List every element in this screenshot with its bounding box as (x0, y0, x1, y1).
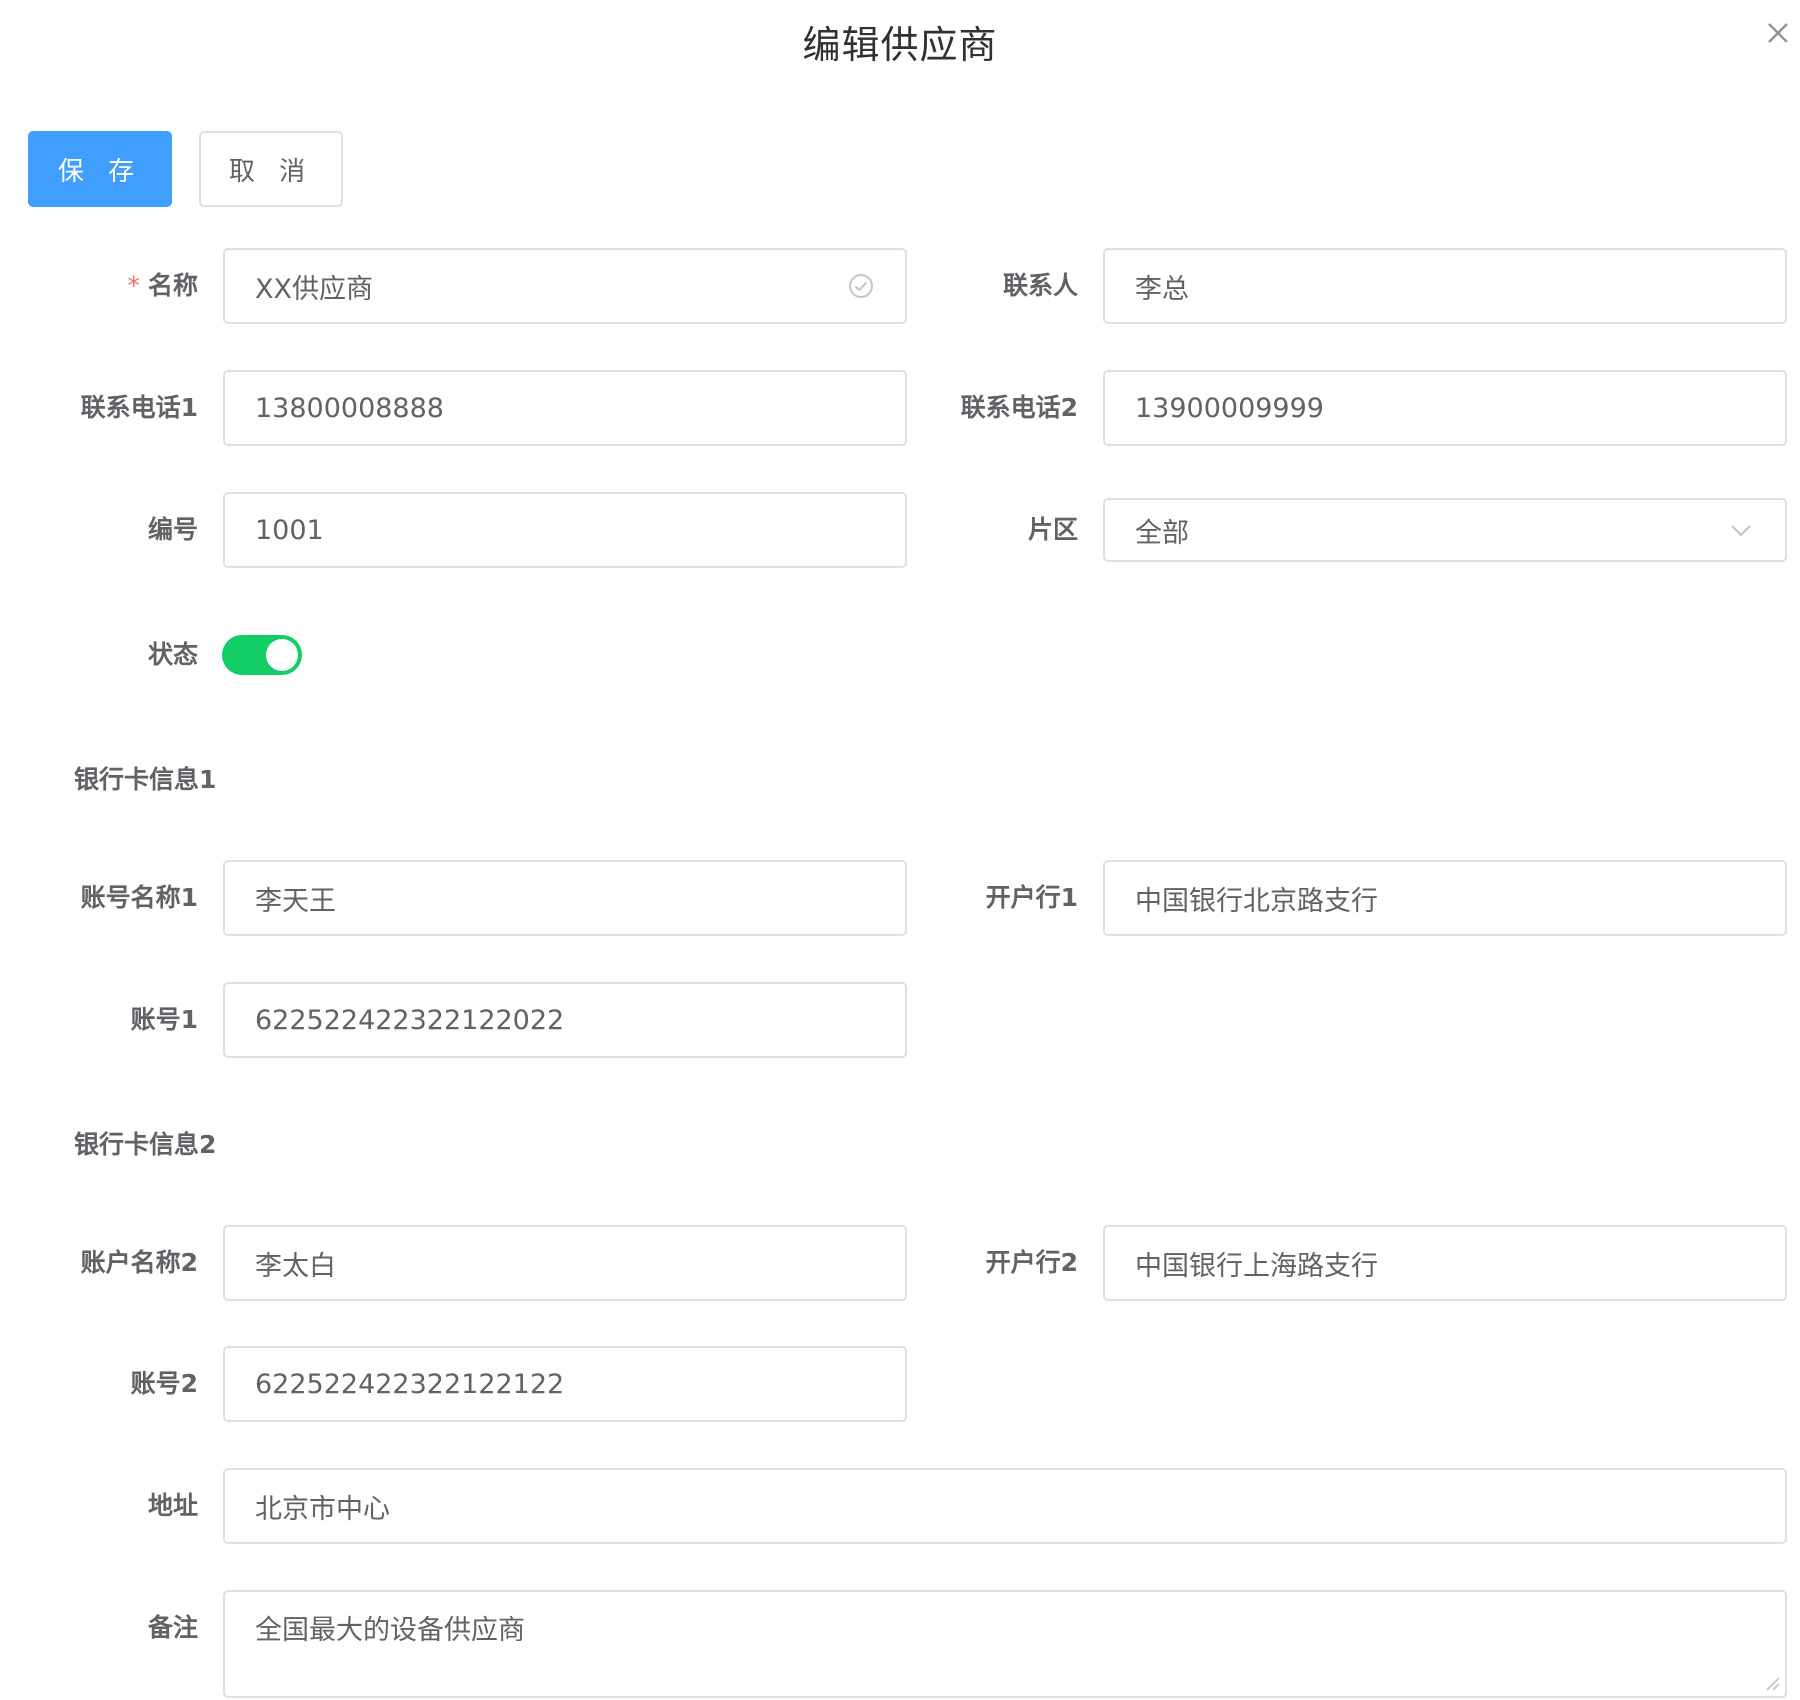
bank1-bank-label: 开户行1 (985, 883, 1078, 912)
bank2-account-no-input[interactable]: 622522422322122122 (223, 1346, 907, 1422)
phone2-input[interactable]: 13900009999 (1103, 370, 1787, 446)
name-input[interactable]: XX供应商 (223, 248, 907, 324)
bank2-section-title: 银行卡信息2 (74, 1130, 217, 1159)
dialog-title: 编辑供应商 (802, 23, 998, 67)
contact-input-value: 李总 (1135, 273, 1189, 305)
address-input-value: 北京市中心 (255, 1493, 390, 1525)
bank1-account-name-value: 李天王 (255, 885, 336, 917)
close-icon[interactable] (1763, 18, 1793, 48)
bank2-bank-label: 开户行2 (985, 1248, 1078, 1277)
name-label: * 名称 (40, 248, 198, 324)
bank1-bank-input[interactable]: 中国银行北京路支行 (1103, 860, 1787, 936)
code-input[interactable]: 1001 (223, 492, 907, 568)
name-input-value: XX供应商 (255, 273, 373, 305)
remark-label: 备注 (147, 1613, 198, 1642)
bank1-account-no-label: 账号1 (130, 1005, 198, 1034)
phone2-input-value: 13900009999 (1135, 392, 1324, 424)
bank2-account-no-label: 账号2 (130, 1369, 198, 1398)
phone2-label: 联系电话2 (960, 393, 1078, 422)
cancel-button[interactable]: 取 消 (199, 131, 343, 207)
code-label: 编号 (147, 515, 198, 544)
bank1-account-name-label: 账号名称1 (80, 883, 198, 912)
bank1-section-title: 银行卡信息1 (74, 765, 217, 794)
resize-handle-icon[interactable] (1763, 1674, 1781, 1692)
bank2-account-no-value: 622522422322122122 (255, 1368, 565, 1400)
phone1-input-value: 13800008888 (255, 392, 444, 424)
bank2-account-name-label: 账户名称2 (80, 1248, 198, 1277)
status-label: 状态 (147, 640, 198, 669)
required-mark: * (127, 271, 140, 300)
bank1-bank-value: 中国银行北京路支行 (1135, 885, 1378, 917)
address-label: 地址 (147, 1491, 198, 1520)
area-select-value: 全部 (1135, 517, 1189, 549)
bank1-account-no-input[interactable]: 622522422322122022 (223, 982, 907, 1058)
bank2-bank-input[interactable]: 中国银行上海路支行 (1103, 1225, 1787, 1301)
bank1-account-name-input[interactable]: 李天王 (223, 860, 907, 936)
check-circle-icon (849, 274, 873, 298)
contact-input[interactable]: 李总 (1103, 248, 1787, 324)
area-select[interactable]: 全部 (1103, 498, 1787, 562)
chevron-down-icon (1731, 525, 1751, 537)
contact-label: 联系人 (1002, 271, 1078, 300)
remark-textarea-value: 全国最大的设备供应商 (255, 1615, 525, 1646)
area-label: 片区 (1027, 515, 1078, 544)
name-label-text: 名称 (147, 271, 198, 300)
bank1-account-no-value: 622522422322122022 (255, 1004, 565, 1036)
remark-textarea[interactable]: 全国最大的设备供应商 (223, 1590, 1787, 1698)
bank2-account-name-input[interactable]: 李太白 (223, 1225, 907, 1301)
phone1-label: 联系电话1 (80, 393, 198, 422)
phone1-input[interactable]: 13800008888 (223, 370, 907, 446)
status-switch-knob (266, 639, 298, 671)
code-input-value: 1001 (255, 514, 324, 546)
address-input[interactable]: 北京市中心 (223, 1468, 1787, 1544)
bank2-bank-value: 中国银行上海路支行 (1135, 1250, 1378, 1282)
save-button[interactable]: 保 存 (28, 131, 172, 207)
bank2-account-name-value: 李太白 (255, 1250, 336, 1282)
status-switch[interactable] (222, 635, 302, 675)
